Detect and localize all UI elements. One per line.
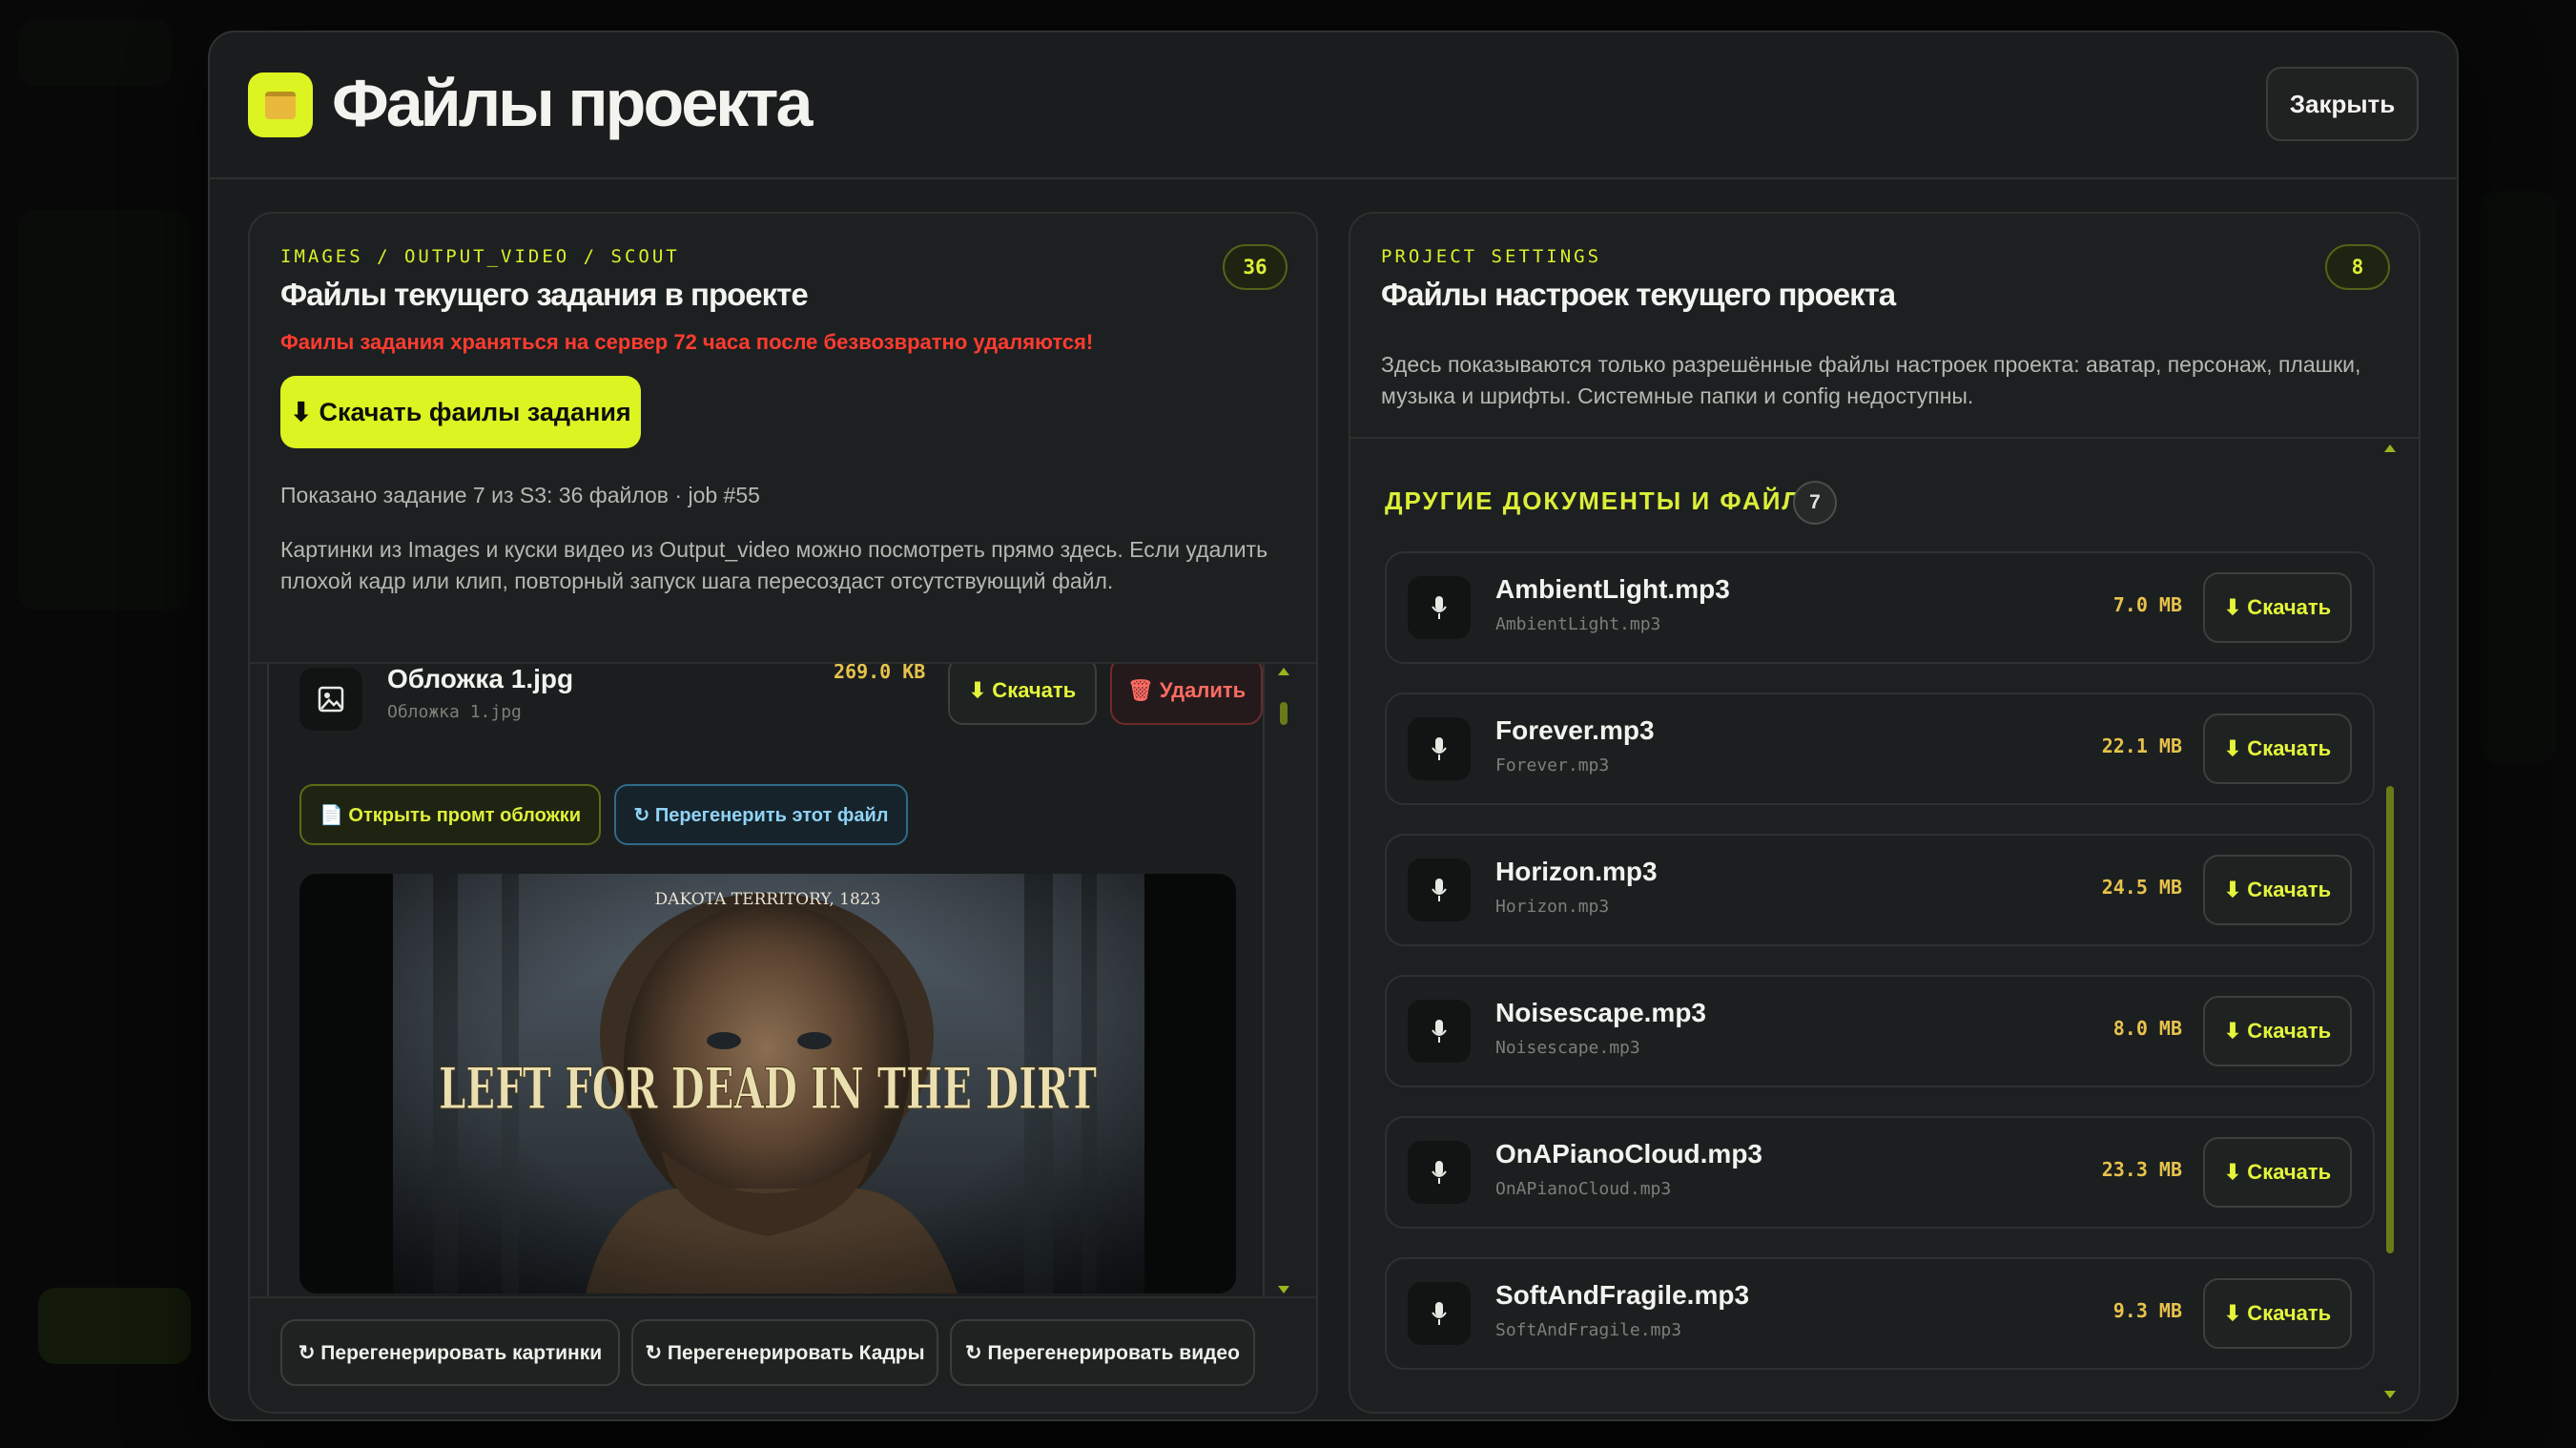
preview-headline: LEFT FOR DEAD IN THE DIRT: [439, 1056, 1097, 1123]
file-download-button[interactable]: ⬇ Скачать: [2203, 714, 2352, 784]
file-size: 24.5 MB: [2101, 876, 2182, 899]
microphone-icon: [1408, 717, 1471, 780]
file-size: 269.0 KB: [834, 662, 926, 683]
folder-icon: [248, 72, 313, 137]
regenerate-frames-button[interactable]: ↻ Перегенерировать Кадры: [631, 1319, 938, 1386]
file-name: Noisescape.mp3: [1495, 998, 1706, 1027]
list-item: Horizon.mp3 Horizon.mp3 24.5 MB ⬇ Скачат…: [1385, 834, 2375, 946]
section-count-badge: 7: [1793, 481, 1837, 525]
file-size: 22.1 MB: [2101, 734, 2182, 757]
open-cover-prompt-button[interactable]: 📄 Открыть промт обложки: [299, 784, 601, 845]
settings-files-scrollbar[interactable]: [2382, 443, 2398, 1402]
file-download-button[interactable]: ⬇ Скачать: [948, 664, 1097, 725]
list-item: AmbientLight.mp3 AmbientLight.mp3 7.0 MB…: [1385, 551, 2375, 664]
settings-kicker: PROJECT SETTINGS: [1381, 246, 1602, 267]
file-subname: OnAPianoCloud.mp3: [1495, 1179, 1672, 1199]
regenerate-footer: ↻ Перегенерировать картинки ↻ Перегенери…: [250, 1296, 1316, 1412]
file-download-button[interactable]: ⬇ Скачать: [2203, 996, 2352, 1066]
file-download-button[interactable]: ⬇ Скачать: [2203, 1137, 2352, 1208]
project-files-modal: Файлы проекта Закрыть IMAGES / OUTPUT_VI…: [208, 31, 2459, 1421]
file-name: Horizon.mp3: [1495, 857, 1658, 886]
preview-caption: DAKOTA TERRITORY, 1823: [655, 890, 881, 909]
close-button[interactable]: Закрыть: [2266, 67, 2419, 141]
image-icon: [299, 668, 362, 731]
task-files-scroll-area[interactable]: Обложка 1.jpg Обложка 1.jpg 269.0 KB ⬇ С…: [250, 662, 1316, 1298]
image-preview: DAKOTA TERRITORY, 1823 LEFT FOR DEAD IN …: [299, 874, 1236, 1293]
task-files-title: Файлы текущего задания в проекте: [280, 277, 809, 312]
file-size: 9.3 MB: [2112, 1299, 2182, 1322]
microphone-icon: [1408, 1282, 1471, 1345]
settings-description-line-1: Здесь показываются только разрешённые фа…: [1381, 352, 2361, 377]
file-size: 8.0 MB: [2112, 1017, 2182, 1040]
list-item: OnAPianoCloud.mp3 OnAPianoCloud.mp3 23.3…: [1385, 1116, 2375, 1229]
project-settings-header: PROJECT SETTINGS Файлы настроек текущего…: [1350, 214, 2419, 439]
file-size: 23.3 MB: [2101, 1158, 2182, 1181]
task-description-line-2: плохой кадр или клип, повторный запуск ш…: [280, 569, 1114, 593]
regenerate-video-button[interactable]: ↻ Перегенерировать видео: [950, 1319, 1255, 1386]
file-name: Forever.mp3: [1495, 715, 1655, 745]
file-subname: AmbientLight.mp3: [1495, 614, 1661, 634]
file-subname: Horizon.mp3: [1495, 897, 1610, 917]
file-download-button[interactable]: ⬇ Скачать: [2203, 572, 2352, 643]
microphone-icon: [1408, 1000, 1471, 1063]
file-card: Обложка 1.jpg Обложка 1.jpg 269.0 KB ⬇ С…: [267, 662, 1265, 1298]
retention-warning: Фаилы задания храняться на сервер 72 час…: [280, 330, 1094, 354]
settings-title: Файлы настроек текущего проекта: [1381, 277, 1896, 312]
task-files-scrollbar[interactable]: [1276, 664, 1291, 1298]
file-name: OnAPianoCloud.mp3: [1495, 1139, 1762, 1169]
list-item: Noisescape.mp3 Noisescape.mp3 8.0 MB ⬇ С…: [1385, 975, 2375, 1087]
task-files-kicker: IMAGES / OUTPUT_VIDEO / SCOUT: [280, 246, 680, 267]
task-files-panel: IMAGES / OUTPUT_VIDEO / SCOUT Файлы теку…: [248, 212, 1318, 1414]
download-task-files-button[interactable]: ⬇ Скачать фаилы задания: [280, 376, 641, 448]
file-size: 7.0 MB: [2112, 593, 2182, 616]
section-title: ДРУГИЕ ДОКУМЕНТЫ И ФАЙЛЫ: [1385, 486, 1828, 515]
modal-header: Файлы проекта Закрыть: [210, 32, 2457, 179]
list-item: SoftAndFragile.mp3 SoftAndFragile.mp3 9.…: [1385, 1257, 2375, 1370]
file-subname: Noisescape.mp3: [1495, 1038, 1640, 1058]
file-subname: Обложка 1.jpg: [387, 702, 522, 722]
microphone-icon: [1408, 1141, 1471, 1204]
task-meta: Показано задание 7 из S3: 36 файлов · jo…: [280, 483, 760, 507]
file-name: Обложка 1.jpg: [387, 664, 574, 693]
regenerate-images-button[interactable]: ↻ Перегенерировать картинки: [280, 1319, 620, 1386]
modal-title: Файлы проекта: [332, 66, 813, 140]
file-name: AmbientLight.mp3: [1495, 574, 1730, 604]
file-subname: Forever.mp3: [1495, 755, 1610, 776]
task-files-count-badge: 36: [1223, 244, 1288, 290]
task-description-line-1: Картинки из Images и куски видео из Outp…: [280, 537, 1268, 562]
microphone-icon: [1408, 576, 1471, 639]
settings-files-list[interactable]: ДРУГИЕ ДОКУМЕНТЫ И ФАЙЛЫ 7 AmbientLight.…: [1350, 439, 2419, 1412]
file-delete-button[interactable]: 🗑 Удалить: [1110, 664, 1263, 725]
list-item: Forever.mp3 Forever.mp3 22.1 MB ⬇ Скачат…: [1385, 693, 2375, 805]
file-download-button[interactable]: ⬇ Скачать: [2203, 1278, 2352, 1349]
settings-count-badge: 8: [2325, 244, 2390, 290]
file-download-button[interactable]: ⬇ Скачать: [2203, 855, 2352, 925]
microphone-icon: [1408, 858, 1471, 921]
regenerate-file-button[interactable]: ↻ Перегенерить этот файл: [614, 784, 908, 845]
cover-image: DAKOTA TERRITORY, 1823 LEFT FOR DEAD IN …: [393, 874, 1144, 1293]
file-name: SoftAndFragile.mp3: [1495, 1280, 1750, 1310]
settings-description-line-2: музыка и шрифты. Системные папки и confi…: [1381, 383, 1974, 408]
project-settings-panel: PROJECT SETTINGS Файлы настроек текущего…: [1349, 212, 2421, 1414]
file-subname: SoftAndFragile.mp3: [1495, 1320, 1682, 1340]
